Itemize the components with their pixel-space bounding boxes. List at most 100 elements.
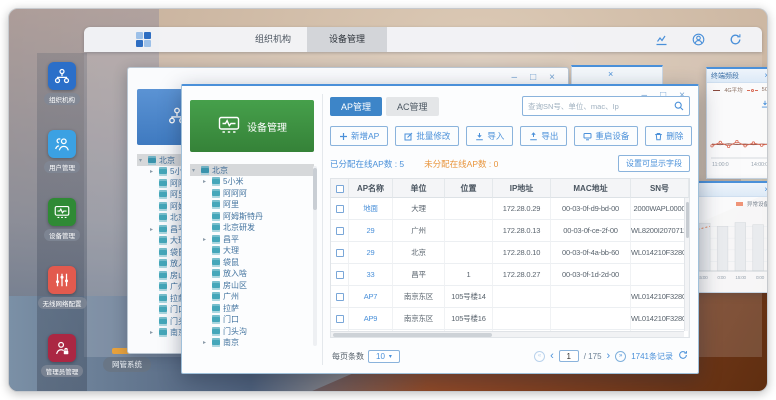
device-management-window: – □ × 设备管理 ▾ 北京 ▸ 5小米 ▸ <box>181 84 699 374</box>
row-checkbox[interactable] <box>336 205 344 213</box>
plus-icon <box>339 132 348 141</box>
download-icon[interactable] <box>711 95 768 113</box>
tree-item[interactable]: ▸ 袋鼠 <box>190 257 314 269</box>
tree-root-node[interactable]: ▾ 北京 <box>190 164 314 176</box>
expand-arrow-icon[interactable]: ▸ <box>203 236 209 243</box>
batch-edit-button[interactable]: 批量修改 <box>395 126 459 146</box>
table-footer: 每页条数 10 ▾ « ‹ 1 / 175 › » 1741条记录 <box>332 348 688 364</box>
ap-name-link[interactable]: AP7 <box>349 286 393 308</box>
folder-icon <box>159 248 167 257</box>
tree-item[interactable]: ▸ 北京研发 <box>190 222 314 234</box>
tree-item[interactable]: ▸ 房山区 <box>190 280 314 292</box>
chart-icon[interactable] <box>655 33 668 46</box>
ap-name-link[interactable]: 29 <box>349 220 393 242</box>
tree-item[interactable]: ▸ 大理 <box>190 245 314 257</box>
ap-name-link[interactable]: 33 <box>349 264 393 286</box>
collapse-arrow-icon[interactable]: ▾ <box>139 157 145 164</box>
ap-name-link[interactable]: 地面 <box>349 198 393 220</box>
sliders-icon <box>48 266 76 294</box>
refresh-icon[interactable] <box>729 33 742 46</box>
collapse-arrow-icon[interactable]: ▾ <box>192 167 198 174</box>
app-logo-icon[interactable] <box>136 32 151 47</box>
close-icon[interactable]: × <box>764 71 768 80</box>
device-tree: ▾ 北京 ▸ 5小米 ▸ 阿阿阿 ▸ <box>190 164 314 363</box>
table-vertical-scrollbar[interactable] <box>684 198 689 331</box>
page-number-input[interactable]: 1 <box>559 350 579 362</box>
tree-scrollbar[interactable] <box>313 166 317 346</box>
select-all-checkbox[interactable] <box>336 185 344 193</box>
tree-item[interactable]: ▸ 拉萨 <box>190 303 314 315</box>
expand-arrow-icon[interactable]: ▸ <box>203 178 209 185</box>
expand-arrow-icon[interactable]: ▸ <box>150 226 156 233</box>
row-checkbox[interactable] <box>336 271 344 279</box>
sidebar-item-label: 组织机构 <box>44 93 80 105</box>
table-row[interactable]: AP9 南京东区 105号楼16 WL014210F328000 <box>331 308 689 330</box>
sidebar-item-admin[interactable]: 管理员管理 <box>41 334 84 377</box>
sidebar-item-device[interactable]: 设备管理 <box>44 198 80 241</box>
first-page-button[interactable]: « <box>534 351 545 362</box>
sidebar-item-wireless[interactable]: 无线网络配置 <box>38 266 87 309</box>
table-row[interactable]: AP7 南京东区 105号楼14 WL014210F328000 <box>331 286 689 308</box>
close-icon[interactable]: × <box>764 185 768 194</box>
topbar-tab-device[interactable]: 设备管理 <box>307 27 387 52</box>
table-row[interactable]: 29 北京 172.28.0.10 00-03-0f-4a-bb-60 WL01… <box>331 242 689 264</box>
tree-item[interactable]: ▸ 阿姆斯特丹 <box>190 211 314 223</box>
topbar-tab-org[interactable]: 组织机构 <box>239 27 307 52</box>
prev-page-button[interactable]: ‹ <box>550 351 554 362</box>
page-size-select[interactable]: 10 ▾ <box>368 350 400 363</box>
folder-icon <box>212 281 220 290</box>
close-icon[interactable]: × <box>549 73 555 83</box>
band-line-chart <box>710 127 768 159</box>
tree-item[interactable]: ▸ 门头沟 <box>190 326 314 338</box>
tree-item[interactable]: ▸ 南京 <box>190 337 314 349</box>
search-icon[interactable] <box>674 101 684 111</box>
table-horizontal-scrollbar[interactable] <box>331 331 684 337</box>
expand-arrow-icon[interactable]: ▸ <box>150 168 156 175</box>
maximize-icon[interactable]: □ <box>530 73 536 83</box>
tree-item[interactable]: ▸ 昌平 <box>190 234 314 246</box>
search-placeholder: 查询SN号、单位、mac、Ip <box>528 101 619 112</box>
tree-item[interactable]: ▸ 阿里 <box>190 199 314 211</box>
row-checkbox[interactable] <box>336 337 344 338</box>
taskbar-app-label[interactable]: 网管系统 <box>103 357 151 372</box>
restart-device-button[interactable]: 重启设备 <box>574 126 638 146</box>
app-topbar: 组织机构 设备管理 <box>84 27 762 52</box>
expand-arrow-icon[interactable]: ▸ <box>203 339 209 346</box>
row-checkbox[interactable] <box>336 293 344 301</box>
set-fields-button[interactable]: 设置可显示字段 <box>618 155 690 172</box>
search-input[interactable]: 查询SN号、单位、mac、Ip <box>522 96 690 116</box>
tree-item[interactable]: ▸ 广州 <box>190 291 314 303</box>
tree-item[interactable]: ▸ 放入啥 <box>190 268 314 280</box>
ap-name-link[interactable]: 29 <box>349 242 393 264</box>
org-chart-icon <box>48 62 76 90</box>
folder-icon <box>212 269 220 278</box>
tab-ap-management[interactable]: AP管理 <box>330 97 382 116</box>
last-page-button[interactable]: » <box>615 351 626 362</box>
building-icon <box>201 166 209 175</box>
account-icon[interactable] <box>692 33 705 46</box>
tree-item[interactable]: ▸ 阿阿阿 <box>190 188 314 200</box>
next-page-button[interactable]: › <box>607 351 611 362</box>
add-ap-button[interactable]: 新增AP <box>330 126 388 146</box>
row-checkbox[interactable] <box>336 227 344 235</box>
expand-arrow-icon[interactable]: ▸ <box>150 329 156 336</box>
export-button[interactable]: 导出 <box>520 126 567 146</box>
row-checkbox[interactable] <box>336 315 344 323</box>
tree-item[interactable]: ▸ 门口 <box>190 314 314 326</box>
table-row[interactable]: 33 昌平 1 172.28.0.27 00-03-0f-1d-2d-00 <box>331 264 689 286</box>
table-row[interactable]: 地面 大理 172.28.0.29 00-03-0f-d9-bd-00 2000… <box>331 198 689 220</box>
tab-ac-management[interactable]: AC管理 <box>386 97 439 116</box>
band-panel-legend: 4G平均 5G <box>711 86 768 94</box>
table-row[interactable]: 29 广州 172.28.0.13 00-03-0f-ce-2f-00 WL82… <box>331 220 689 242</box>
ap-name-link[interactable]: AP9 <box>349 308 393 330</box>
tree-item[interactable]: ▸ 5小米 <box>190 176 314 188</box>
sidebar-item-org[interactable]: 组织机构 <box>44 62 80 105</box>
device-monitor-icon <box>217 115 241 138</box>
refresh-icon[interactable] <box>678 350 688 362</box>
delete-button[interactable]: 删除 <box>645 126 692 146</box>
row-checkbox[interactable] <box>336 249 344 257</box>
sidebar-item-users[interactable]: 用户管理 <box>44 130 80 173</box>
minimize-icon[interactable]: – <box>512 73 518 83</box>
close-icon[interactable]: × <box>608 69 613 79</box>
import-button[interactable]: 导入 <box>466 126 513 146</box>
